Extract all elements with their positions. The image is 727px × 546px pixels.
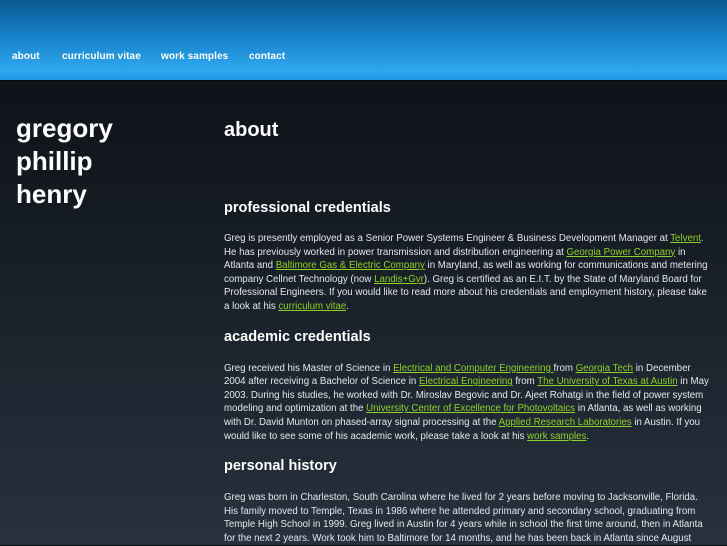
link-georgia-power[interactable]: Georgia Power Company	[566, 247, 675, 258]
nav-link-work-samples[interactable]: work samples	[161, 51, 228, 62]
link-georgia-tech[interactable]: Georgia Tech	[576, 363, 633, 374]
link-bge[interactable]: Baltimore Gas & Electric Company	[276, 260, 425, 271]
personal-paragraph: Greg was born in Charleston, South Carol…	[224, 492, 703, 544]
main-content: about professional credentials Greg is p…	[224, 116, 712, 546]
text: .	[586, 430, 590, 442]
site-owner-name: gregory phillip henry	[16, 112, 196, 211]
nav-link-about[interactable]: about	[12, 51, 40, 62]
nav-link-curriculum-vitae[interactable]: curriculum vitae	[62, 51, 141, 62]
page-title: about	[224, 119, 279, 141]
link-telvent[interactable]: Telvent	[670, 233, 701, 244]
name-first: gregory	[16, 113, 113, 143]
nav-link-contact[interactable]: contact	[249, 51, 285, 62]
link-landis-gyr[interactable]: Landis+Gyr	[374, 274, 424, 285]
top-navigation-bar: about curriculum vitae work samples cont…	[0, 0, 727, 80]
academic-paragraph: Greg received his Master of Science in E…	[224, 362, 712, 444]
link-curriculum-vitae[interactable]: curriculum vitae	[278, 301, 346, 312]
link-ece[interactable]: Electrical and Computer Engineering	[393, 363, 553, 374]
name-middle: phillip	[16, 146, 93, 176]
text: from	[553, 362, 576, 374]
name-last: henry	[16, 179, 87, 209]
text: Greg received his Master of Science in	[224, 362, 394, 374]
link-work-samples[interactable]: work samples	[527, 431, 586, 442]
text: Greg is presently employed as a Senior P…	[224, 233, 671, 244]
link-electrical-engineering[interactable]: Electrical Engineering	[419, 376, 513, 387]
section-heading-personal: personal history	[224, 458, 337, 475]
text: .	[346, 300, 349, 312]
professional-paragraph: Greg is presently employed as a Senior P…	[224, 232, 712, 314]
section-heading-academic: academic credentials	[224, 328, 371, 345]
link-ut-austin[interactable]: The University of Texas at Austin	[537, 376, 677, 387]
link-arl[interactable]: Applied Research Laboratories	[499, 417, 632, 428]
link-ucep[interactable]: University Center of Excellence for Phot…	[366, 403, 575, 414]
text: from	[512, 376, 538, 388]
section-heading-professional: professional credentials	[224, 200, 391, 216]
